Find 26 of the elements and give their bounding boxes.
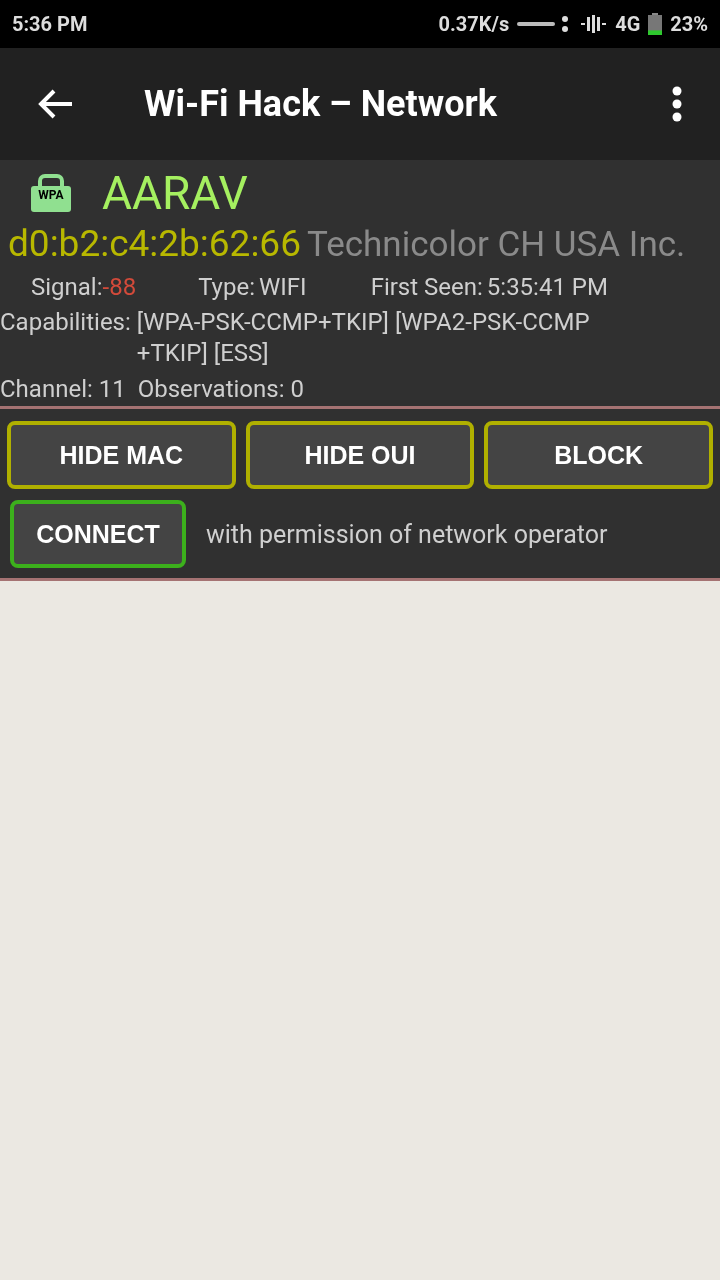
permission-note: with permission of network operator xyxy=(206,519,608,549)
network-type: 4G xyxy=(615,12,641,36)
action-button[interactable]: HIDE MAC xyxy=(7,421,236,489)
action-button[interactable]: BLOCK xyxy=(484,421,713,489)
observations-info: Observations: 0 xyxy=(137,375,304,403)
signal-icon xyxy=(581,14,608,34)
capabilities-value: [WPA-PSK-CCMP+TKIP] [WPA2-PSK-CCMP +TKIP] [ESS] xyxy=(136,307,591,369)
connect-button[interactable]: CONNECT xyxy=(10,500,186,568)
clock: 5:36 PM xyxy=(12,12,88,36)
mac-address: d0:b2:c4:2b:62:66 xyxy=(8,222,301,265)
battery-percent: 23% xyxy=(670,12,708,36)
screen-title: Wi-Fi Hack – Network xyxy=(144,83,498,125)
action-button[interactable]: HIDE OUI xyxy=(245,421,475,489)
signal-label: Signal: xyxy=(31,273,103,301)
network-speed: 0.37K/s xyxy=(438,12,510,36)
type-label: Type: xyxy=(198,273,255,301)
capabilities-label: Capabilities: xyxy=(0,307,131,338)
type-value: WIFI xyxy=(259,273,307,301)
first-seen-value: 5:35:41 PM xyxy=(486,273,608,301)
battery-icon xyxy=(648,13,663,35)
network-name: AARAV xyxy=(102,166,248,220)
more-options-icon[interactable] xyxy=(672,86,682,122)
signal-value: -88 xyxy=(102,273,137,301)
vendor-name: Technicolor CH USA Inc. xyxy=(306,224,686,265)
first-seen-label: First Seen: xyxy=(370,273,483,301)
channel-info: Channel: 11 xyxy=(0,375,126,403)
